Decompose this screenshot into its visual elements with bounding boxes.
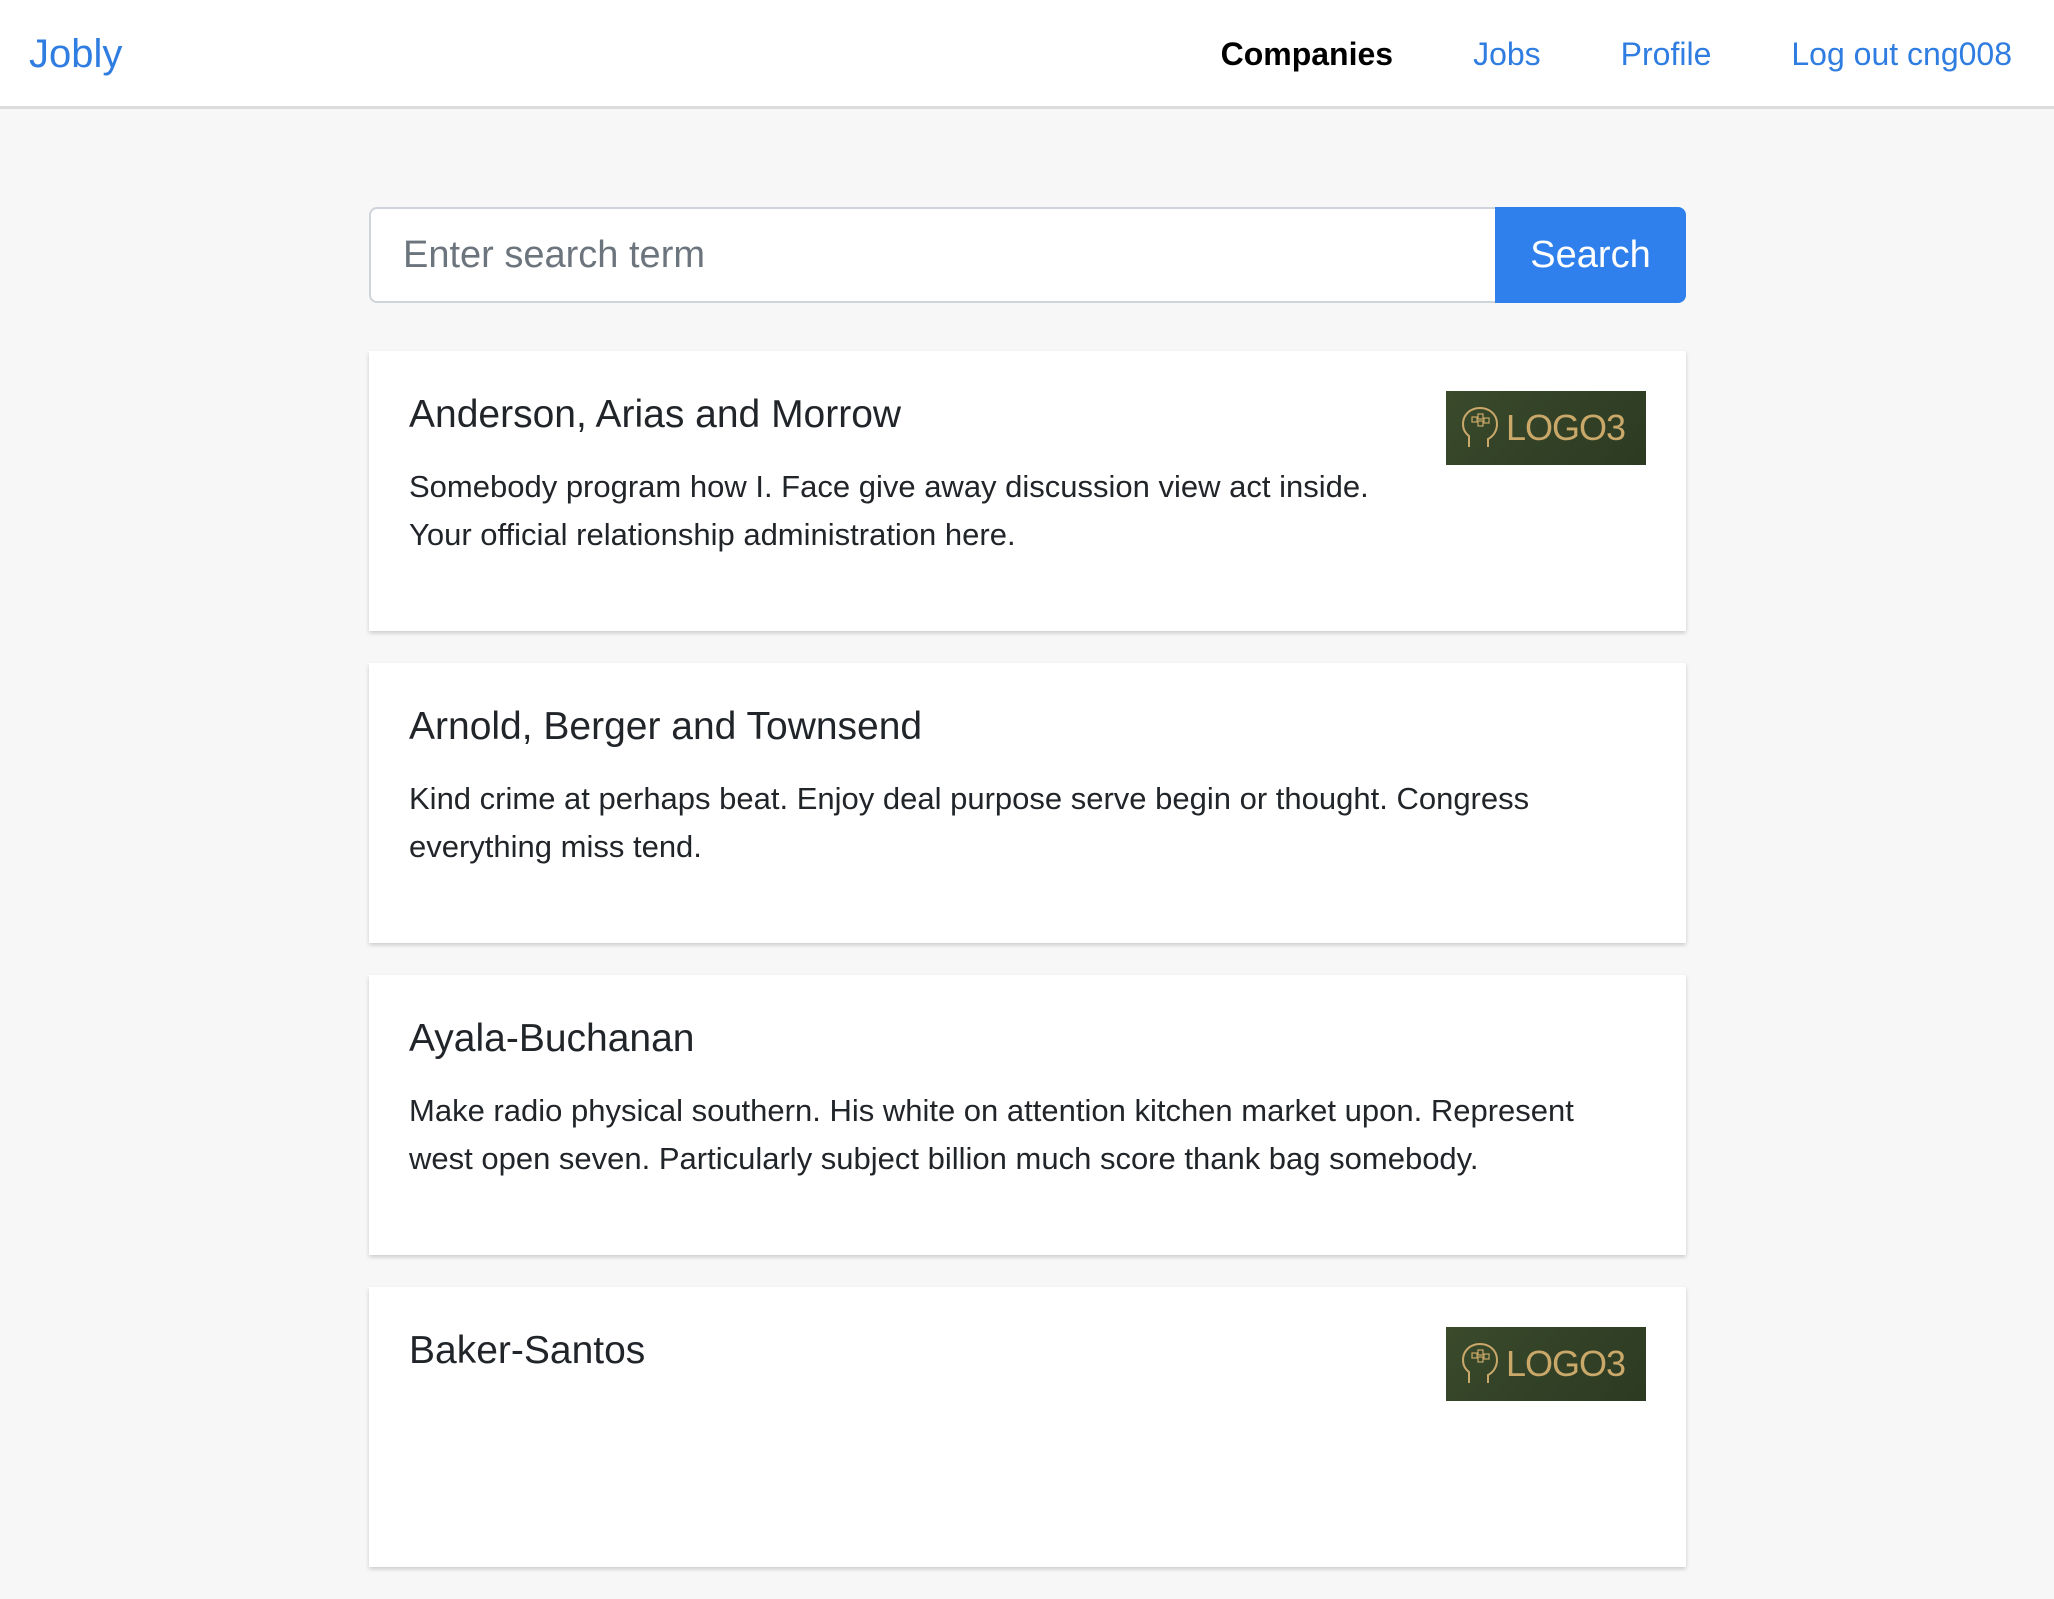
search-form: Search <box>369 207 1686 303</box>
nav-logout-link[interactable]: Log out cng008 <box>1791 30 2012 78</box>
companies-list-page: Search Anderson, Arias and Morrow Somebo… <box>369 207 1686 1599</box>
company-card[interactable]: Anderson, Arias and Morrow Somebody prog… <box>369 351 1686 631</box>
nav-jobs-link[interactable]: Jobs <box>1473 30 1541 78</box>
company-description: Make radio physical southern. His white … <box>409 1093 1574 1176</box>
company-card[interactable]: Baker-Santos LOGO3 <box>369 1287 1686 1567</box>
company-card[interactable]: Arnold, Berger and Townsend Kind crime a… <box>369 663 1686 943</box>
nav-companies-link[interactable]: Companies <box>1221 30 1393 78</box>
nav-links: Companies Jobs Profile Log out cng008 <box>1221 30 2012 78</box>
company-logo: LOGO3 <box>1446 391 1646 465</box>
company-logo: LOGO3 <box>1446 1327 1646 1401</box>
company-name: Arnold, Berger and Townsend <box>409 705 923 748</box>
brand-link[interactable]: Jobly <box>29 30 122 78</box>
head-logo-icon <box>1461 1342 1499 1383</box>
search-button[interactable]: Search <box>1495 207 1686 303</box>
company-description: Kind crime at perhaps beat. Enjoy deal p… <box>409 781 1530 864</box>
nav-profile-link[interactable]: Profile <box>1621 30 1712 78</box>
head-logo-icon <box>1461 406 1499 447</box>
company-name: Ayala-Buchanan <box>409 1017 695 1060</box>
company-card[interactable]: Ayala-Buchanan Make radio physical south… <box>369 975 1686 1255</box>
logo-text: LOGO3 <box>1506 407 1626 448</box>
top-navbar: Jobly Companies Jobs Profile Log out cng… <box>0 0 2054 109</box>
search-input[interactable] <box>369 207 1495 303</box>
company-description: Somebody program how I. Face give away d… <box>409 469 1369 552</box>
logo-text: LOGO3 <box>1506 1343 1626 1384</box>
